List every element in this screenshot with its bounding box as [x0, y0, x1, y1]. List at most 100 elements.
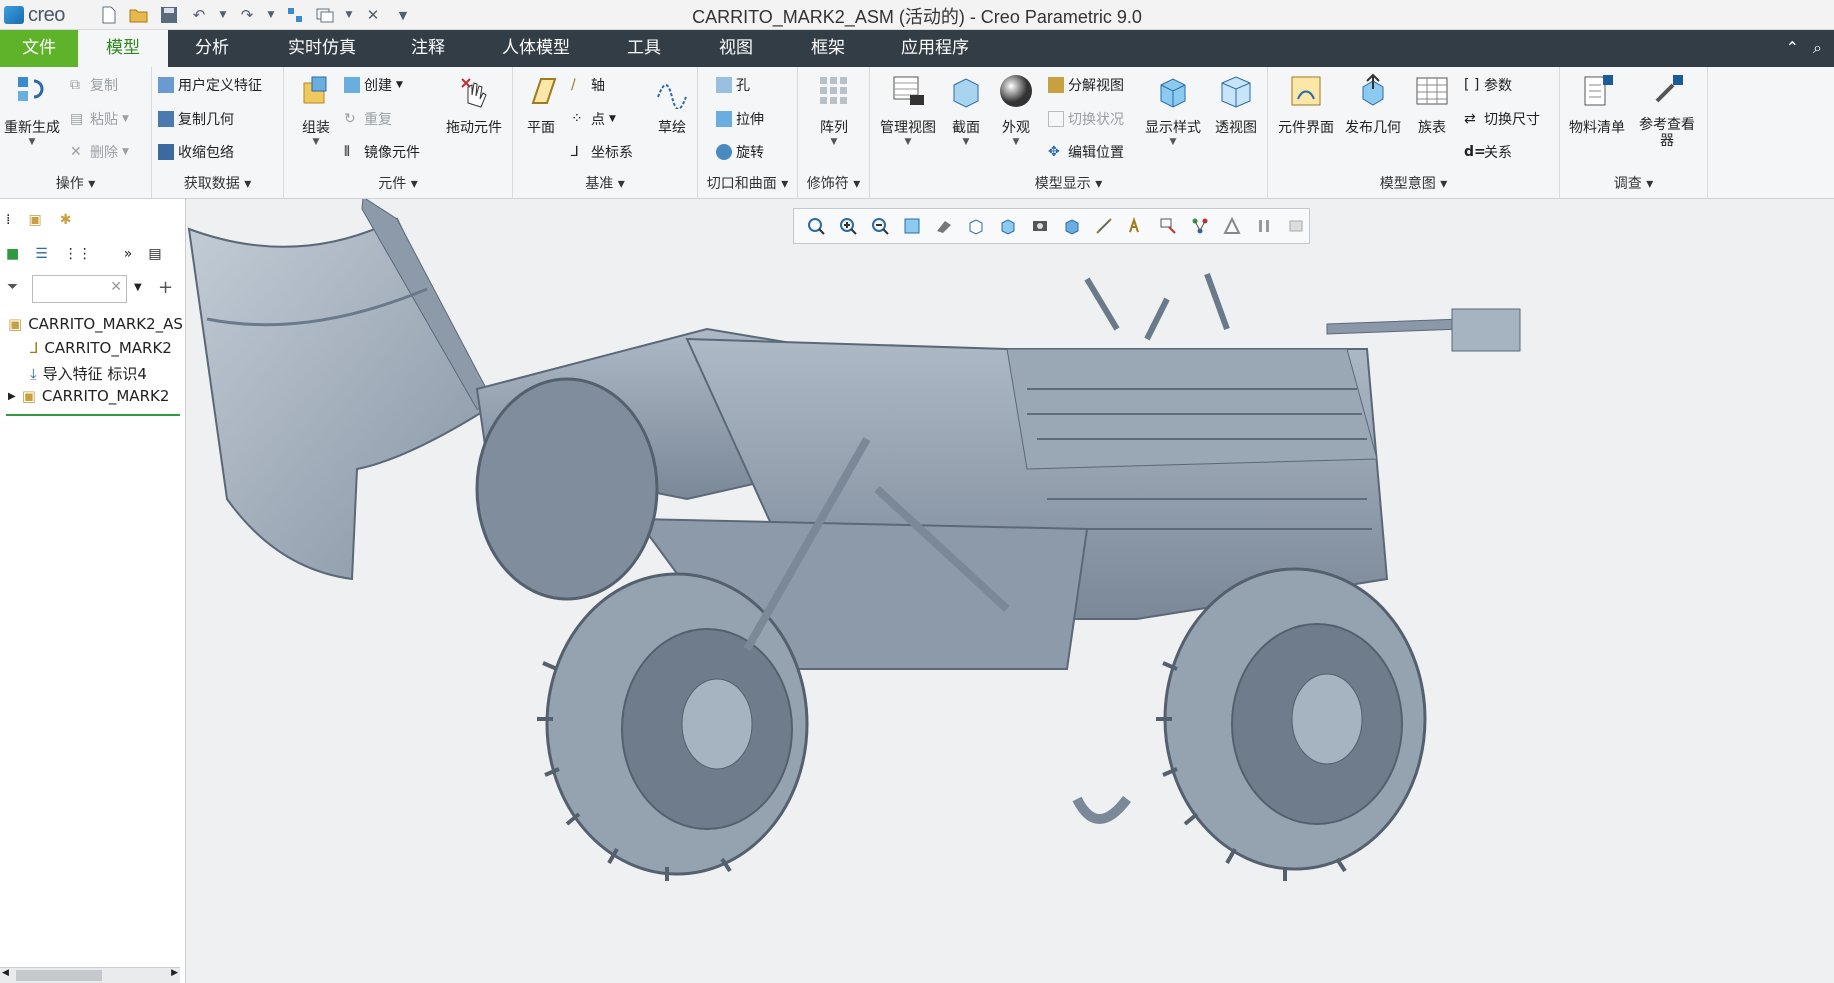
udf-button[interactable]: 用户定义特征 — [158, 75, 262, 95]
relations-button[interactable]: d= 关系 — [1464, 142, 1512, 162]
minimize-ribbon-icon[interactable]: ⌃ — [1786, 38, 1799, 58]
group-label-modifiers[interactable]: 修饰符 ▾ — [798, 173, 869, 193]
group-label-component[interactable]: 元件 ▾ — [284, 173, 512, 193]
scroll-right-icon[interactable]: ▶ — [171, 968, 178, 978]
delete-button[interactable]: ✕ 删除 ▼ — [70, 142, 129, 162]
toggle-dimensions-button[interactable]: ⇄ 切换尺寸 — [1464, 109, 1540, 129]
refit-icon[interactable] — [804, 214, 828, 238]
group-label-model-display[interactable]: 模型显示 ▾ — [870, 173, 1267, 193]
manage-views-button[interactable]: 管理视图 ▼ — [876, 73, 940, 147]
insert-here-marker[interactable] — [6, 414, 180, 416]
parameters-button[interactable]: [ ] 参数 — [1464, 75, 1512, 95]
display-style-button[interactable]: 显示样式 ▼ — [1140, 73, 1206, 147]
save-icon[interactable] — [158, 4, 180, 26]
tab-live-simulation[interactable]: 实时仿真 — [272, 30, 372, 67]
mirror-component-button[interactable]: ⫴ 镜像元件 — [344, 142, 420, 162]
regenerate-button[interactable]: 重新生成 ▼ — [2, 73, 62, 147]
delete-dropdown-icon[interactable]: ▼ — [122, 147, 129, 157]
annotation-display-icon[interactable] — [1124, 214, 1148, 238]
repeat-button[interactable]: ↻ 重复 — [344, 109, 392, 129]
view-manager-icon[interactable] — [996, 214, 1020, 238]
graphics-window[interactable] — [187, 199, 1834, 983]
scroll-thumb[interactable] — [16, 970, 102, 981]
paste-dropdown-icon[interactable]: ▼ — [122, 114, 129, 124]
favorites-tab-icon[interactable]: ✱ — [60, 212, 72, 228]
reference-viewer-button[interactable]: 参考查看器 — [1632, 73, 1702, 149]
manikin-icon[interactable] — [1188, 214, 1212, 238]
tree-view-icon[interactable]: ☰ — [35, 246, 48, 262]
appearance-dropdown-icon[interactable]: ▼ — [992, 137, 1040, 147]
regenerate-qat-icon[interactable] — [284, 4, 306, 26]
group-label-get-data[interactable]: 获取数据 ▾ — [152, 173, 283, 193]
axis-button[interactable]: / 轴 — [571, 75, 605, 95]
tab-applications[interactable]: 应用程序 — [882, 30, 988, 67]
tab-analysis[interactable]: 分析 — [172, 30, 252, 67]
section-button[interactable]: 截面 ▼ — [942, 73, 990, 147]
pattern-button[interactable]: 阵列 ▼ — [804, 73, 864, 147]
datum-display-icon[interactable] — [1092, 214, 1116, 238]
display-style-shading-icon[interactable] — [932, 214, 956, 238]
filter-icon[interactable]: ⏷ — [7, 279, 18, 295]
folder-browser-tab-icon[interactable]: ▣ — [28, 212, 41, 228]
explode-view-button[interactable]: 分解视图 — [1048, 75, 1124, 95]
create-button[interactable]: 创建 ▼ — [344, 75, 403, 95]
tree-item-subassembly[interactable]: ▶ ▣ CARRITO_MARK2 — [8, 387, 184, 405]
scroll-left-icon[interactable]: ◀ — [2, 968, 9, 978]
paste-button[interactable]: ▤ 粘贴 ▼ — [70, 109, 129, 129]
more-icon[interactable]: » — [124, 246, 133, 262]
close-window-icon[interactable]: ✕ — [362, 4, 384, 26]
tree-item-csys[interactable]: ⅃ CARRITO_MARK2 — [30, 339, 206, 357]
next-icon[interactable] — [1284, 214, 1308, 238]
expand-arrow-icon[interactable]: ▶ — [8, 391, 16, 402]
redo-icon[interactable]: ↷ — [236, 4, 258, 26]
spin-center-icon[interactable] — [1156, 214, 1180, 238]
tree-item-import-feature[interactable]: ⤓ 导入特征 标识4 — [30, 363, 206, 384]
open-folder-icon[interactable] — [128, 4, 150, 26]
saved-orientations-icon[interactable] — [964, 214, 988, 238]
tab-view[interactable]: 视图 — [698, 30, 774, 67]
group-label-model-intent[interactable]: 模型意图 ▾ — [1268, 173, 1559, 193]
point-dropdown-icon[interactable]: ▼ — [609, 114, 616, 124]
tree-filters-icon[interactable]: ⋮⋮ — [64, 246, 92, 262]
sketch-button[interactable]: 草绘 — [649, 73, 695, 137]
display-style-dropdown-icon[interactable]: ▼ — [1140, 137, 1206, 147]
family-table-button[interactable]: 族表 — [1408, 73, 1456, 137]
tab-model[interactable]: 模型 — [78, 30, 168, 67]
section-dropdown-icon[interactable]: ▼ — [942, 137, 990, 147]
perspective-button[interactable]: 透视图 — [1208, 73, 1264, 137]
clear-search-icon[interactable]: ✕ — [110, 279, 122, 295]
create-dropdown-icon[interactable]: ▼ — [396, 80, 403, 90]
regenerate-dropdown-icon[interactable]: ▼ — [2, 137, 62, 147]
assemble-dropdown-icon[interactable]: ▼ — [290, 137, 342, 147]
zoom-in-icon[interactable] — [836, 214, 860, 238]
zoom-out-icon[interactable] — [868, 214, 892, 238]
group-label-operations[interactable]: 操作 ▾ — [0, 173, 151, 193]
warning-triangle-icon[interactable] — [1220, 214, 1244, 238]
group-label-datum[interactable]: 基准 ▾ — [513, 173, 697, 193]
tree-item-root-assembly[interactable]: ▣ CARRITO_MARK2_ASM — [8, 315, 184, 333]
bom-button[interactable]: 物料清单 — [1564, 73, 1630, 137]
copy-button[interactable]: ⧉ 复制 — [70, 75, 118, 95]
search-dropdown-icon[interactable]: ▼ — [134, 282, 142, 293]
point-button[interactable]: ⁘ 点 ▼ — [571, 109, 616, 129]
search-icon[interactable]: ⌕ — [1813, 38, 1822, 58]
show-icon[interactable]: ▤ — [148, 246, 161, 262]
publish-geometry-button[interactable]: 发布几何 — [1340, 73, 1406, 137]
appearance-button[interactable]: 外观 ▼ — [992, 73, 1040, 147]
tab-framework[interactable]: 框架 — [790, 30, 866, 67]
plane-button[interactable]: 平面 — [517, 73, 565, 137]
redo-dropdown-icon[interactable]: ▼ — [266, 4, 276, 26]
repaint-icon[interactable] — [900, 214, 924, 238]
tab-tools[interactable]: 工具 — [606, 30, 682, 67]
edit-position-button[interactable]: ✥ 编辑位置 — [1048, 142, 1124, 162]
pattern-dropdown-icon[interactable]: ▼ — [804, 137, 864, 147]
undo-icon[interactable]: ↶ — [188, 4, 210, 26]
section-view-icon[interactable] — [1060, 214, 1084, 238]
model-3d-render[interactable] — [187, 199, 1834, 983]
component-interface-button[interactable]: 元件界面 — [1274, 73, 1338, 137]
assembly-cube-icon[interactable]: ■ — [6, 246, 19, 262]
assemble-button[interactable]: 组装 ▼ — [290, 73, 342, 147]
tab-annotate[interactable]: 注释 — [392, 30, 464, 67]
horizontal-scrollbar[interactable]: ◀ ▶ — [0, 967, 180, 983]
shrinkwrap-button[interactable]: 收缩包络 — [158, 142, 234, 162]
